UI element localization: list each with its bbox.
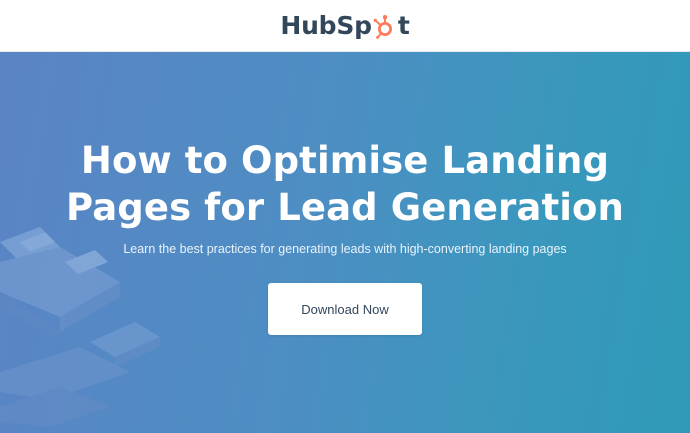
- hero-section: How to Optimise Landing Pages for Lead G…: [0, 52, 690, 433]
- hubspot-sprocket-icon: [373, 14, 397, 40]
- hubspot-logo[interactable]: HubSp t: [280, 11, 410, 40]
- hero-title-line-1: How to Optimise Landing: [80, 139, 610, 182]
- hero-title: How to Optimise Landing Pages for Lead G…: [0, 137, 690, 231]
- landing-page: HubSp t How to Optimise Landing Pages fo…: [0, 0, 690, 433]
- hero-title-line-2: Pages for Lead Generation: [66, 186, 624, 229]
- download-now-button[interactable]: Download Now: [268, 283, 422, 335]
- hero-subtitle: Learn the best practices for generating …: [123, 242, 567, 256]
- logo-text-start: HubSp: [280, 11, 372, 40]
- site-header: HubSp t: [0, 0, 690, 52]
- logo-text-end: t: [397, 11, 410, 40]
